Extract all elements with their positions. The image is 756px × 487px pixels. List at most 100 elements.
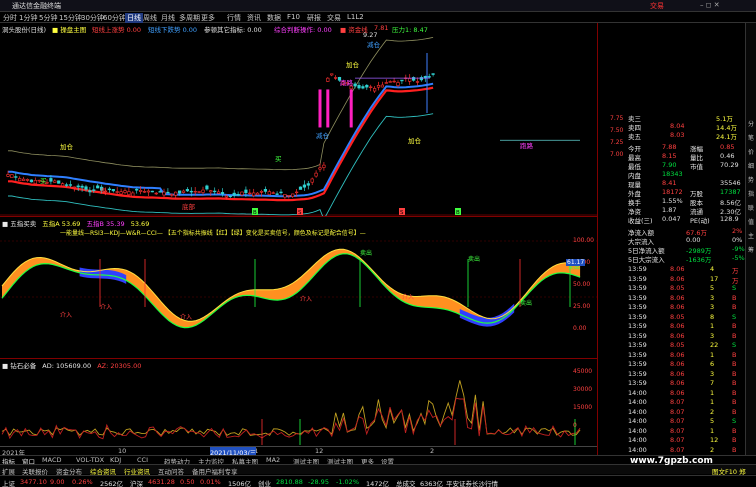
flow-row: 净流入额 67.6万 2% — [598, 227, 746, 237]
price-mark-1: 减仓 — [367, 40, 381, 49]
side-tab-8[interactable]: 主 — [748, 231, 754, 240]
menu-5[interactable]: 60分钟 — [103, 13, 126, 23]
window-controls[interactable]: – ◻ ✕ — [700, 1, 720, 9]
menu-16[interactable]: 交易 — [327, 13, 341, 23]
stat-value-2: 70.29 — [720, 161, 739, 169]
tick-row: 14:00 8.07 2 B — [598, 446, 746, 455]
side-tool-strip[interactable]: 分笔价细势指联值主筹 — [745, 23, 756, 455]
ask-row: 卖四 8.04 14.4万 — [598, 122, 746, 132]
menu-6[interactable]: 日线 — [125, 13, 143, 23]
tick-time: 13:59 — [628, 360, 647, 368]
menu-3[interactable]: 15分钟 — [59, 13, 82, 23]
tick-volume: 5 — [710, 417, 715, 425]
ticker-item-0[interactable]: 上证 — [2, 478, 15, 487]
side-tab-7[interactable]: 值 — [748, 217, 754, 226]
tick-volume: 3 — [710, 303, 715, 311]
menu-10[interactable]: 更多 — [201, 13, 215, 23]
signal-tag-3: 介入 — [180, 314, 192, 321]
tick-price: 8.06 — [670, 303, 685, 311]
indicator-tab-4[interactable]: KDJ — [110, 456, 121, 464]
tick-volume: 1 — [710, 426, 715, 435]
menu-0[interactable]: 分时 — [3, 13, 17, 23]
tick-time: 13:59 — [628, 265, 647, 273]
candle-body — [193, 191, 197, 193]
menu-1[interactable]: 1分钟 — [19, 13, 37, 23]
candle-body — [10, 174, 14, 178]
tick-side: B — [732, 445, 737, 454]
menu-17[interactable]: L1L2 — [347, 13, 364, 21]
menu-2[interactable]: 5分钟 — [39, 13, 57, 23]
side-tab-3[interactable]: 细 — [748, 161, 754, 170]
tick-volume: 7 — [710, 379, 715, 387]
side-tab-0[interactable]: 分 — [748, 119, 754, 128]
stat-value: 1.87 — [662, 206, 677, 214]
price-mark-6: 减仓 — [316, 131, 330, 140]
ticker-item-7: 0.50 — [180, 478, 195, 486]
tick-price: 8.06 — [670, 293, 685, 302]
candle-body — [142, 191, 147, 193]
menu-7[interactable]: 周线 — [143, 13, 157, 23]
tick-volume: 6 — [710, 360, 715, 368]
tick-row: 14:00 8.07 2 B — [598, 408, 746, 417]
tick-price: 8.05 — [670, 284, 685, 292]
menu-4[interactable]: 30分钟 — [81, 13, 104, 23]
menu-15[interactable]: 研报 — [307, 13, 321, 23]
candle-body — [123, 190, 127, 193]
menu-11[interactable]: 行情 — [227, 13, 241, 23]
menu-13[interactable]: 数据 — [267, 13, 281, 23]
subpanel1-axis-4: 0.00 — [573, 325, 587, 332]
ticker-item-5[interactable]: 沪深 — [130, 478, 143, 487]
tick-side: B — [732, 369, 737, 378]
candle-body — [185, 189, 190, 192]
menu-12[interactable]: 资讯 — [247, 13, 261, 23]
candle-body — [21, 178, 26, 181]
five-indicator-panel[interactable]: 卖出 卖出 介入 介入 介入 卖出 介入 卖出 介入 ■ 五指买卖 五指A 53.69 五指B … — [0, 216, 597, 358]
side-tab-9[interactable]: 筹 — [748, 245, 754, 254]
tick-volume: 22 — [710, 341, 719, 349]
menu-9[interactable]: 多周期 — [179, 13, 200, 23]
candle-body — [376, 85, 381, 88]
candle-body — [279, 191, 283, 194]
candle-body — [372, 88, 377, 92]
tick-time: 13:59 — [628, 312, 647, 321]
sub2-ad: AD: 105609.00 — [42, 362, 92, 370]
tick-time: 13:59 — [628, 369, 647, 378]
candle-body — [92, 189, 96, 191]
indicator-tab-5[interactable]: CCI — [137, 456, 148, 464]
indicator-tab-2[interactable]: MACD — [42, 456, 61, 464]
candle-body — [263, 188, 268, 192]
signal-tag-1: 卖出 — [468, 255, 480, 263]
indicator-tab-3[interactable]: VOL-TDX — [76, 456, 104, 464]
subpanel1-axis-3: 25.00 — [573, 303, 591, 310]
ticker-item-10[interactable]: 创业 — [258, 478, 271, 487]
candle-body — [174, 191, 178, 196]
kline-svg: 9.27减仓加仓跑路卖买减仓加仓底部跑路买加仓B S S B — [0, 31, 597, 216]
tick-price: 8.07 — [670, 436, 685, 444]
highlight-candle — [326, 89, 330, 128]
price-mark-4: 卖 — [100, 187, 107, 195]
menu-8[interactable]: 月线 — [161, 13, 175, 23]
tick-side: S — [732, 284, 737, 292]
candle-body — [408, 78, 412, 82]
side-tab-4[interactable]: 势 — [748, 175, 754, 184]
signal-tag-7: 卖出 — [520, 299, 532, 307]
side-tab-1[interactable]: 笔 — [748, 133, 754, 142]
subpanel1-axis-2: 50.00 — [573, 281, 591, 288]
flow-value: 0.00 — [686, 236, 701, 244]
indicator-tab-9[interactable]: MA2 — [266, 456, 280, 464]
menu-14[interactable]: F10 — [287, 13, 300, 21]
tick-row: 13:59 8.06 1 B — [598, 322, 746, 331]
flow-row: 5日大宗流入 -1636万 -5% — [598, 254, 746, 264]
tick-side: B — [732, 303, 737, 311]
side-tab-2[interactable]: 价 — [748, 147, 754, 156]
tick-row: 13:59 8.05 8 S — [598, 313, 746, 322]
trade-link[interactable]: 交易 — [650, 1, 664, 11]
side-tab-6[interactable]: 联 — [748, 203, 754, 212]
side-tab-5[interactable]: 指 — [748, 189, 754, 198]
tick-time: 14:00 — [628, 388, 647, 397]
diamond-panel[interactable]: ■ 钻石必备 AD: 105609.00 AZ: 20305.00 45000 3… — [0, 358, 597, 446]
main-kline-chart[interactable]: 9.27 减仓 加仓 跑路卖买减仓 加仓 底部 跑路买加仓 B S S B — [0, 23, 597, 216]
ticker-item-14: 1472亿 — [366, 480, 390, 487]
stat-row: 换手 1.55% 股本 8.56亿 — [598, 197, 746, 207]
tick-volume: 17 — [710, 274, 719, 283]
